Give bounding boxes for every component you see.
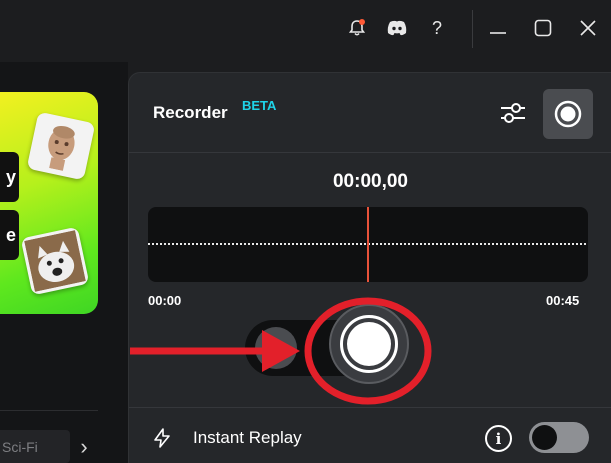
record-ring: [340, 315, 398, 373]
recorder-panel: Recorder BETA 00:00,00 00:00 00:45 Insta…: [128, 72, 611, 463]
discord-icon[interactable]: [384, 15, 410, 41]
content-area: y e Sci-Fi ›: [0, 62, 128, 463]
close-icon[interactable]: [575, 15, 601, 41]
time-start-label: 00:00: [148, 293, 182, 308]
meme-face-image: [26, 111, 96, 181]
recording-timer: 00:00,00: [332, 171, 408, 192]
record-button[interactable]: [329, 304, 409, 384]
instant-replay-label: Instant Replay: [193, 428, 302, 447]
instant-replay-toggle[interactable]: [529, 422, 589, 453]
playhead[interactable]: [367, 207, 369, 282]
time-end-label: 00:45: [546, 293, 580, 308]
timeline-track[interactable]: [148, 207, 588, 282]
record-mode-button[interactable]: [543, 89, 593, 139]
record-dot: [347, 322, 391, 366]
promo-tag: e: [0, 210, 19, 260]
divider: [129, 407, 611, 408]
mode-knob: [255, 327, 297, 369]
recorder-header: Recorder BETA: [129, 73, 611, 153]
maximize-icon[interactable]: [530, 15, 556, 41]
minimize-icon[interactable]: [485, 15, 511, 41]
toggle-knob: [532, 425, 557, 450]
chevron-right-icon[interactable]: ›: [74, 434, 94, 459]
divider: [0, 410, 98, 411]
help-icon[interactable]: ?: [424, 15, 450, 41]
titlebar-separator: [472, 10, 473, 48]
beta-badge: BETA: [242, 98, 277, 113]
sliders-icon[interactable]: [497, 99, 529, 127]
cat-meme-image: [20, 226, 90, 296]
bell-icon[interactable]: [344, 15, 370, 41]
title-bar: ?: [0, 0, 611, 62]
lightning-icon: [154, 428, 170, 448]
promo-card[interactable]: y e: [0, 92, 98, 314]
help-glyph: ?: [431, 17, 442, 38]
info-icon[interactable]: i: [485, 425, 512, 452]
promo-tag: y: [0, 152, 19, 202]
record-icon: [554, 100, 582, 128]
category-chip-scifi[interactable]: Sci-Fi: [0, 430, 70, 463]
recorder-title: Recorder: [153, 103, 228, 122]
